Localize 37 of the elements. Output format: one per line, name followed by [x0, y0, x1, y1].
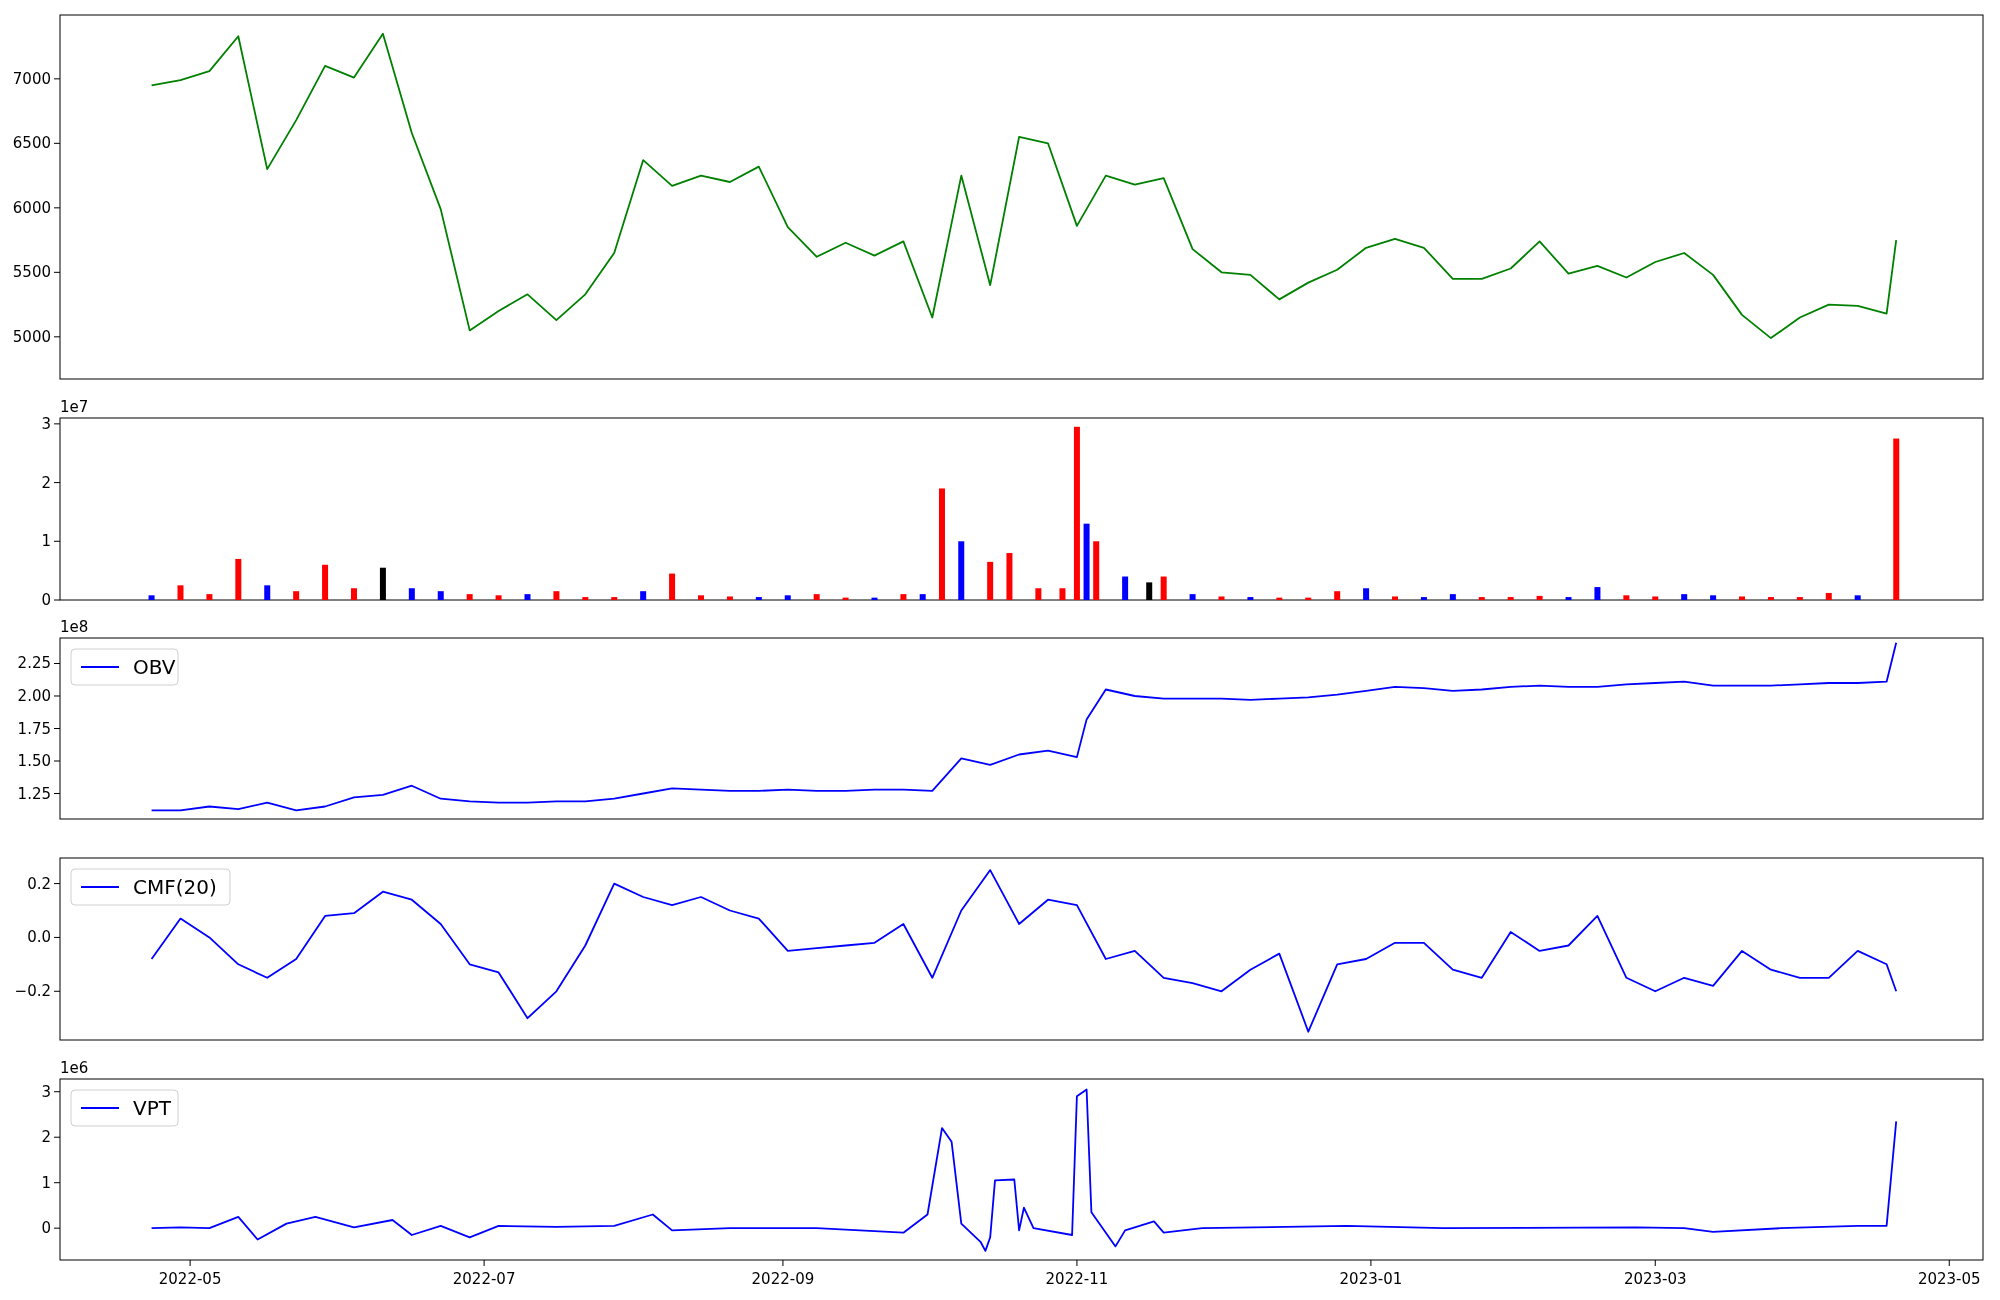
- axis-scale-label: 1e7: [60, 398, 89, 416]
- axis-scale-label: 1e6: [60, 1059, 89, 1077]
- x-tick-label: 2022-05: [158, 1270, 222, 1288]
- y-tick-label: 0.0: [27, 928, 51, 947]
- y-tick-label: 0: [41, 591, 51, 609]
- legend-line: [80, 886, 120, 888]
- y-tick-label: 2: [41, 1128, 51, 1147]
- y-tick-label: 1: [41, 532, 51, 551]
- legend-label: OBV: [133, 655, 176, 679]
- x-tick-label: 2022-11: [1045, 1270, 1109, 1288]
- legend-label: CMF(20): [133, 875, 217, 899]
- y-tick-label: 1.50: [17, 752, 51, 770]
- y-tick-label: 0: [41, 1219, 51, 1238]
- y-tick-label: 3: [41, 1082, 51, 1101]
- y-tick-label: −0.2: [14, 982, 51, 1001]
- legend-line: [80, 666, 120, 668]
- y-tick-label: 3: [41, 414, 51, 433]
- y-tick-label: 5000: [12, 327, 51, 346]
- y-tick-label: 2.25: [17, 654, 51, 673]
- y-tick-label: 6500: [12, 134, 51, 153]
- x-tick-label: 2022-07: [452, 1270, 516, 1288]
- y-tick-label: 5500: [12, 263, 51, 282]
- x-tick-label: 2023-01: [1339, 1270, 1403, 1288]
- y-tick-label: 7000: [12, 69, 51, 88]
- x-tick-label: 2023-03: [1623, 1270, 1687, 1288]
- y-tick-label: 0.2: [27, 874, 51, 893]
- axis-scale-label: 1e8: [60, 618, 89, 636]
- y-tick-label: 1.75: [17, 719, 51, 738]
- y-tick-label: 6000: [12, 198, 51, 217]
- y-tick-label: 2.00: [17, 687, 51, 705]
- y-tick-label: 1.25: [17, 784, 51, 803]
- y-tick-label: 1: [41, 1173, 51, 1192]
- legend-label: VPT: [133, 1096, 171, 1120]
- x-tick-label: 2022-09: [751, 1270, 815, 1288]
- y-tick-label: 2: [41, 473, 51, 492]
- x-tick-label: 2023-05: [1917, 1270, 1981, 1288]
- legend-line: [80, 1107, 120, 1109]
